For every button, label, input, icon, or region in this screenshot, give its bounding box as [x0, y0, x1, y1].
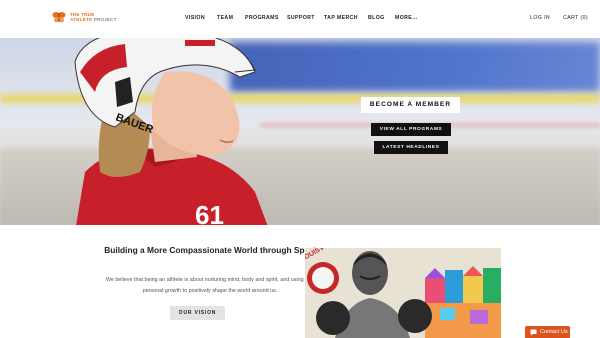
logo-line-2: ATHLETE PROJECT	[70, 17, 117, 22]
contact-us-button[interactable]: Contact Us	[525, 326, 570, 338]
vision-section: Building a More Compassionate World thro…	[0, 225, 600, 338]
section-title: Building a More Compassionate World thro…	[104, 245, 316, 255]
chat-bubble-icon	[530, 329, 537, 335]
view-programs-button[interactable]: VIEW ALL PROGRAMS	[371, 123, 451, 136]
logo-wordmark: THE TRUE ATHLETE PROJECT	[70, 12, 117, 22]
latest-headlines-button[interactable]: LATEST HEADLINES	[374, 141, 448, 154]
login-link[interactable]: LOG IN	[530, 15, 550, 21]
contact-label: Contact Us	[540, 329, 568, 335]
our-vision-button[interactable]: OUR VISION	[170, 306, 225, 320]
nav-team[interactable]: TEAM	[217, 15, 245, 21]
site-logo[interactable]: THE TRUE ATHLETE PROJECT	[52, 10, 117, 24]
nav-vision[interactable]: VISION	[185, 15, 217, 21]
nav-more[interactable]: MORE...	[395, 15, 425, 21]
jersey-number: 61	[195, 200, 224, 225]
ali-mural-image: LOUISVILLE	[305, 248, 501, 338]
become-member-button[interactable]: BECOME A MEMBER	[361, 97, 460, 113]
section-body: We believe that being an athlete is abou…	[105, 277, 315, 294]
hero-banner: BAUER 61 BECOME A MEMBER VIEW ALL PROGRA…	[0, 38, 600, 225]
main-nav: VISION TEAM PROGRAMS SUPPORT TAP MERCH B…	[185, 15, 425, 21]
nav-tap-merch[interactable]: TAP MERCH	[324, 15, 368, 21]
logo-line-2a: ATHLETE	[70, 17, 93, 22]
butterfly-icon	[52, 12, 66, 23]
cart-link[interactable]: CART (0)	[563, 15, 588, 21]
account-nav: LOG IN CART (0)	[530, 15, 588, 21]
site-header: THE TRUE ATHLETE PROJECT VISION TEAM PRO…	[0, 0, 600, 38]
nav-blog[interactable]: BLOG	[368, 15, 395, 21]
nav-support[interactable]: SUPPORT	[287, 15, 324, 21]
hockey-player-image: BAUER 61	[74, 38, 268, 225]
logo-line-2b: PROJECT	[93, 17, 117, 22]
nav-programs[interactable]: PROGRAMS	[245, 15, 287, 21]
